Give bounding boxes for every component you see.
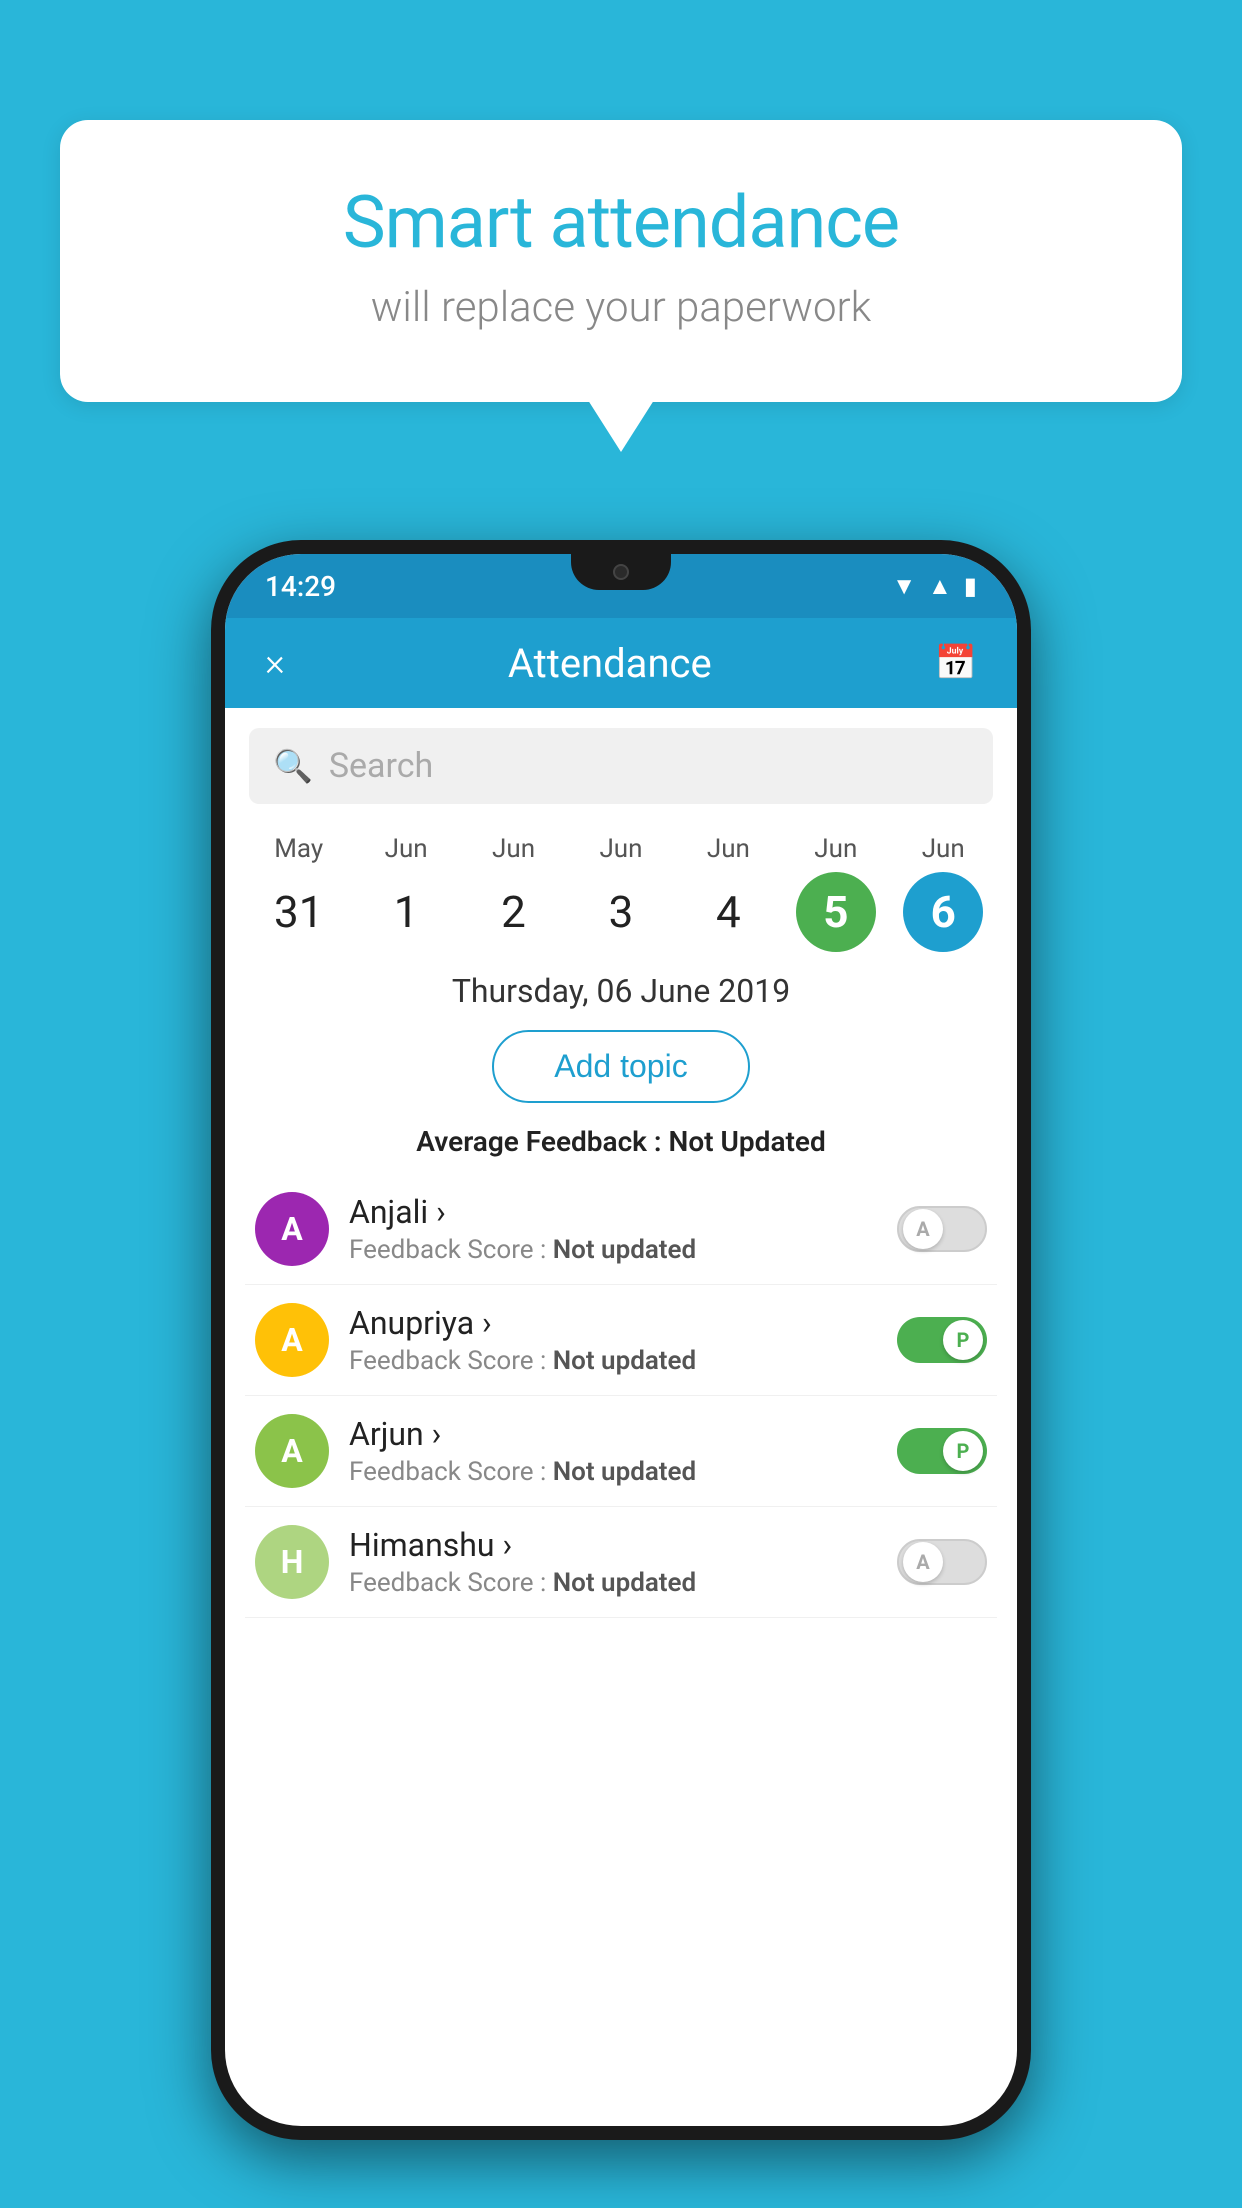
- add-topic-button[interactable]: Add topic: [492, 1030, 749, 1103]
- avatar: A: [255, 1303, 329, 1377]
- cal-month-label: Jun: [922, 834, 965, 864]
- cal-date-num: 1: [366, 872, 446, 952]
- cal-date-num: 2: [474, 872, 554, 952]
- calendar-day-6[interactable]: Jun 6: [893, 834, 993, 952]
- status-time: 14:29: [265, 570, 336, 603]
- cal-date-num: 6: [903, 872, 983, 952]
- avatar: A: [255, 1192, 329, 1266]
- calendar-day-5[interactable]: Jun 5: [786, 834, 886, 952]
- student-name: Anupriya ›: [349, 1304, 877, 1342]
- attendance-toggle[interactable]: P: [897, 1428, 987, 1474]
- selected-date-label: Thursday, 06 June 2019: [225, 952, 1017, 1020]
- attendance-toggle[interactable]: A: [897, 1539, 987, 1585]
- close-button[interactable]: ×: [265, 641, 285, 685]
- student-item-2[interactable]: A Arjun › Feedback Score : Not updated P: [245, 1396, 997, 1507]
- phone-notch: [571, 554, 671, 590]
- battery-icon: ▮: [964, 572, 977, 600]
- cal-month-label: Jun: [814, 834, 857, 864]
- student-item-1[interactable]: A Anupriya › Feedback Score : Not updated P: [245, 1285, 997, 1396]
- feedback-score: Feedback Score : Not updated: [349, 1235, 877, 1265]
- cal-date-num: 31: [259, 872, 339, 952]
- bubble-title: Smart attendance: [140, 180, 1102, 265]
- cal-month-label: Jun: [707, 834, 750, 864]
- cal-month-label: Jun: [492, 834, 535, 864]
- signal-icon: ▲: [928, 572, 952, 601]
- app-header: × Attendance 📅: [225, 618, 1017, 708]
- attendance-toggle[interactable]: P: [897, 1317, 987, 1363]
- cal-date-num: 4: [688, 872, 768, 952]
- search-bar[interactable]: 🔍 Search: [249, 728, 993, 804]
- app-title: Attendance: [508, 640, 712, 687]
- speech-bubble: Smart attendance will replace your paper…: [60, 120, 1182, 402]
- cal-date-num: 3: [581, 872, 661, 952]
- calendar-day-4[interactable]: Jun 4: [678, 834, 778, 952]
- avatar: H: [255, 1525, 329, 1599]
- student-name: Anjali ›: [349, 1193, 877, 1231]
- wifi-icon: ▼: [892, 572, 916, 601]
- cal-month-label: Jun: [385, 834, 428, 864]
- cal-month-label: May: [274, 834, 323, 864]
- student-name: Arjun ›: [349, 1415, 877, 1453]
- cal-month-label: Jun: [599, 834, 642, 864]
- student-info: Anupriya › Feedback Score : Not updated: [349, 1304, 877, 1376]
- calendar-day-3[interactable]: Jun 3: [571, 834, 671, 952]
- feedback-score: Feedback Score : Not updated: [349, 1457, 877, 1487]
- search-icon: 🔍: [273, 747, 313, 785]
- feedback-score: Feedback Score : Not updated: [349, 1568, 877, 1598]
- average-feedback: Average Feedback : Not Updated: [225, 1113, 1017, 1174]
- status-icons: ▼ ▲ ▮: [892, 572, 977, 601]
- attendance-toggle[interactable]: A: [897, 1206, 987, 1252]
- avatar: A: [255, 1414, 329, 1488]
- calendar-day-1[interactable]: Jun 1: [356, 834, 456, 952]
- feedback-label: Average Feedback :: [416, 1125, 668, 1158]
- student-info: Anjali › Feedback Score : Not updated: [349, 1193, 877, 1265]
- student-info: Arjun › Feedback Score : Not updated: [349, 1415, 877, 1487]
- student-list: AAnjali ›Feedback Score : Not updatedAAA…: [225, 1174, 1017, 1618]
- feedback-value: Not Updated: [669, 1125, 826, 1158]
- calendar-day-2[interactable]: Jun 2: [464, 834, 564, 952]
- search-placeholder-text: Search: [329, 746, 433, 786]
- calendar-icon[interactable]: 📅: [935, 643, 977, 683]
- student-item-0[interactable]: A Anjali › Feedback Score : Not updated A: [245, 1174, 997, 1285]
- feedback-score: Feedback Score : Not updated: [349, 1346, 877, 1376]
- student-name: Himanshu ›: [349, 1526, 877, 1564]
- calendar-day-0[interactable]: May 31: [249, 834, 349, 952]
- camera: [613, 564, 629, 580]
- calendar-strip: May 31 Jun 1 Jun 2 Jun 3 Jun 4 Jun 5 Jun 6: [225, 824, 1017, 952]
- student-item-3[interactable]: H Himanshu › Feedback Score : Not updated A: [245, 1507, 997, 1618]
- student-info: Himanshu › Feedback Score : Not updated: [349, 1526, 877, 1598]
- bubble-subtitle: will replace your paperwork: [140, 283, 1102, 332]
- cal-date-num: 5: [796, 872, 876, 952]
- phone-mockup: 14:29 ▼ ▲ ▮ × Attendance 📅 🔍 Search Ma: [211, 540, 1031, 2140]
